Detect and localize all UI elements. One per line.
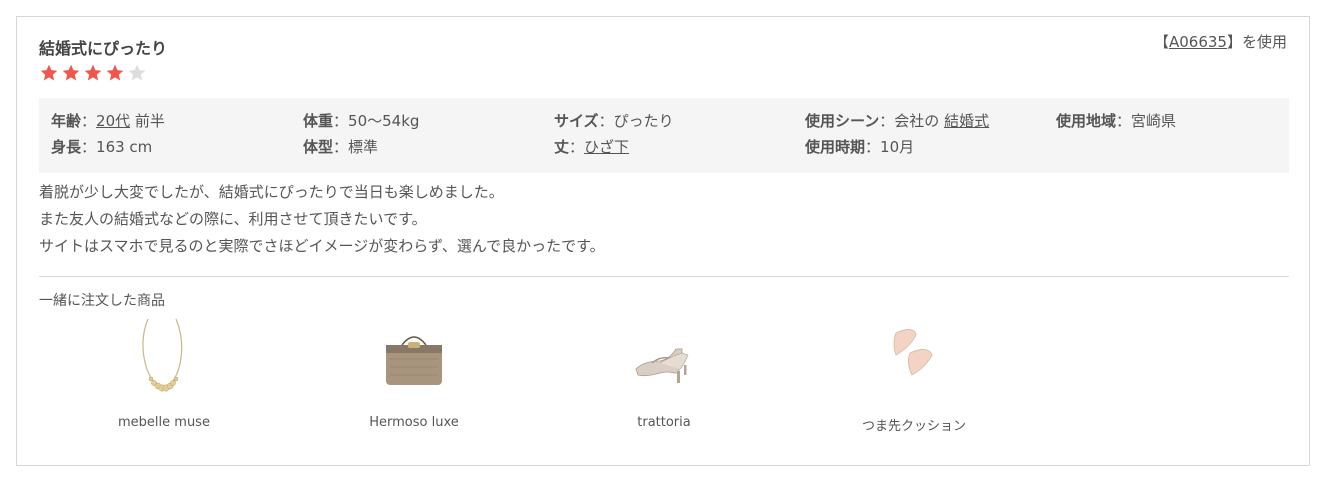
spec-time-sep: ：	[865, 138, 881, 156]
review-card: 結婚式にぴったり 【A06635】を使用 年齢：20代 前半 体重：50〜54k…	[16, 16, 1310, 466]
spec-scene-sep: ：	[879, 112, 895, 130]
spec-region-sep: ：	[1116, 112, 1132, 130]
star-empty-icon	[127, 63, 147, 83]
spec-length-link[interactable]: ひざ下	[584, 138, 629, 156]
review-comment: 着脱が少し大変でしたが、結婚式にぴったりで当日も楽しめました。 また友人の結婚式…	[39, 179, 1289, 260]
spec-weight-label: 体重	[303, 112, 334, 130]
spec-body-type-sep: ：	[333, 138, 349, 156]
spec-time-label: 使用時期	[805, 138, 866, 156]
spec-time: 使用時期：10月	[805, 136, 914, 157]
spec-length: 丈：ひざ下	[554, 136, 629, 157]
spec-panel: 年齢：20代 前半 体重：50〜54kg サイズ：ぴったり 使用シーン：会社の …	[39, 98, 1289, 173]
spec-age-suffix: 前半	[130, 112, 165, 130]
spec-region-value: 宮崎県	[1131, 112, 1177, 130]
spec-scene-link[interactable]: 結婚式	[944, 112, 989, 130]
comment-line: 着脱が少し大変でしたが、結婚式にぴったりで当日も楽しめました。	[39, 183, 504, 201]
spec-height-sep: ：	[81, 138, 97, 156]
product-ref-close: 】を使用	[1226, 33, 1287, 51]
heels-image[interactable]	[624, 315, 704, 399]
product-code-link[interactable]: A06635	[1169, 33, 1227, 51]
spec-body-type-value: 標準	[348, 138, 379, 156]
spec-size: サイズ：ぴったり	[554, 110, 674, 131]
spec-size-label: サイズ	[554, 112, 599, 130]
necklace-image[interactable]	[124, 315, 204, 399]
related-product-item[interactable]: Hermoso luxe	[289, 315, 539, 435]
spec-size-sep: ：	[598, 112, 614, 130]
section-divider	[39, 276, 1289, 277]
star-filled-icon	[105, 63, 125, 83]
star-filled-icon	[39, 63, 59, 83]
rating-stars	[39, 63, 149, 83]
spec-body-type: 体型：標準	[303, 136, 378, 157]
related-product-name[interactable]: trattoria	[539, 415, 789, 430]
related-product-item[interactable]: trattoria	[539, 315, 789, 435]
related-product-name[interactable]: つま先クッション	[789, 415, 1039, 434]
spec-weight-value: 50〜54kg	[348, 112, 420, 130]
spec-weight: 体重：50〜54kg	[303, 110, 419, 131]
related-products-title: 一緒に注文した商品	[39, 293, 165, 309]
spec-region-label: 使用地域	[1056, 112, 1117, 130]
spec-length-label: 丈	[554, 138, 570, 156]
related-products-list: mebelle muse Hermoso luxe trattoria つま先ク…	[39, 315, 1039, 435]
spec-size-value: ぴったり	[613, 112, 674, 130]
spec-scene-prefix: 会社の	[894, 112, 945, 130]
related-product-name[interactable]: mebelle muse	[39, 415, 289, 430]
spec-age: 年齢：20代 前半	[51, 110, 165, 131]
spec-body-type-label: 体型	[303, 138, 334, 156]
spec-age-label: 年齢	[51, 112, 82, 130]
review-title: 結婚式にぴったり	[39, 39, 168, 58]
spec-age-link[interactable]: 20代	[96, 112, 130, 130]
star-filled-icon	[61, 63, 81, 83]
star-filled-icon	[83, 63, 103, 83]
toe-cushion-image[interactable]	[874, 315, 954, 399]
related-product-item[interactable]: つま先クッション	[789, 315, 1039, 435]
related-product-item[interactable]: mebelle muse	[39, 315, 289, 435]
spec-scene-label: 使用シーン	[805, 112, 880, 130]
product-ref-open: 【	[1153, 33, 1169, 51]
comment-line: サイトはスマホで見るのと実際でさほどイメージが変わらず、選んで良かったです。	[39, 237, 605, 255]
spec-height: 身長：163 cm	[51, 136, 152, 157]
spec-height-value: 163 cm	[96, 138, 153, 156]
spec-weight-sep: ：	[333, 112, 349, 130]
product-reference: 【A06635】を使用	[1154, 31, 1287, 52]
spec-time-value: 10月	[880, 138, 915, 156]
clutch-bag-image[interactable]	[374, 315, 454, 399]
spec-scene: 使用シーン：会社の 結婚式	[805, 110, 989, 131]
related-product-name[interactable]: Hermoso luxe	[289, 415, 539, 430]
spec-height-label: 身長	[51, 138, 82, 156]
spec-length-sep: ：	[569, 138, 585, 156]
spec-region: 使用地域：宮崎県	[1056, 110, 1176, 131]
spec-age-sep: ：	[81, 112, 97, 130]
comment-line: また友人の結婚式などの際に、利用させて頂きたいです。	[39, 210, 427, 228]
